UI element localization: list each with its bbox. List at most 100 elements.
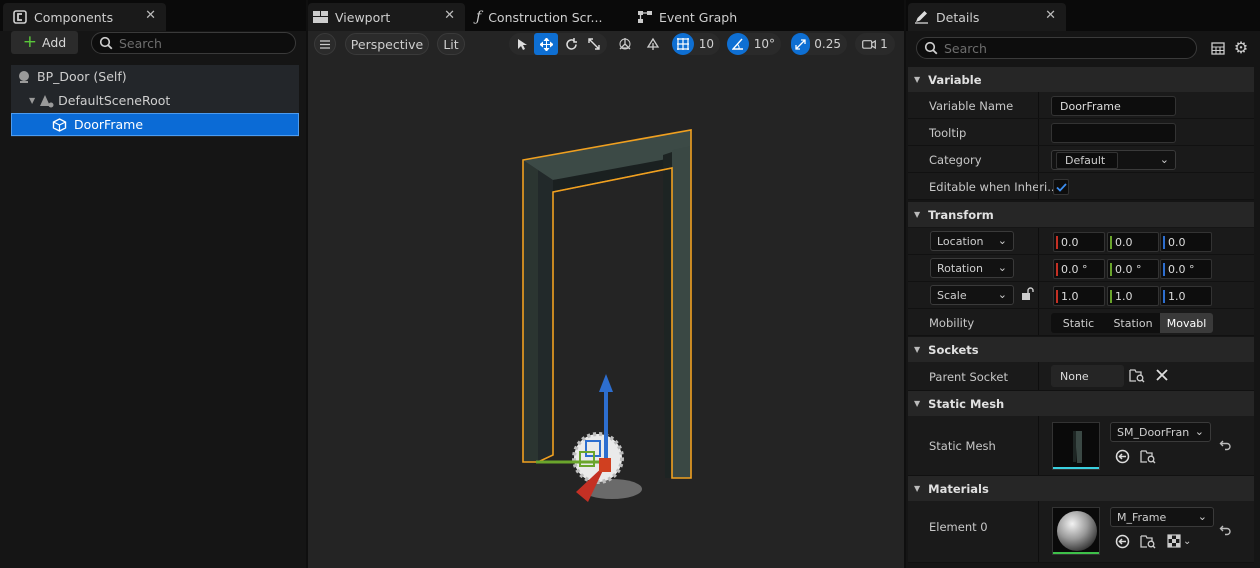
viewport-options-button[interactable] bbox=[314, 33, 336, 55]
close-icon[interactable]: ✕ bbox=[1045, 8, 1056, 23]
rotation-dropdown[interactable]: Rotation ⌄ bbox=[930, 258, 1014, 278]
static-mesh-thumbnail[interactable] bbox=[1052, 422, 1100, 470]
add-button[interactable]: + Add bbox=[11, 31, 78, 54]
tab-details[interactable]: Details ✕ bbox=[908, 3, 1066, 31]
camera-speed-button[interactable]: 1 bbox=[855, 33, 895, 55]
components-search[interactable] bbox=[91, 32, 296, 54]
column-divider bbox=[1038, 255, 1039, 281]
tab-components[interactable]: Components ✕ bbox=[3, 3, 166, 31]
row-mobility: Mobility Static Station Movabl bbox=[908, 309, 1254, 336]
tab-viewport[interactable]: Viewport ✕ bbox=[308, 3, 465, 31]
use-selected-material-button[interactable] bbox=[1115, 534, 1130, 552]
section-variable[interactable]: ▼ Variable bbox=[908, 67, 1254, 92]
settings-button[interactable]: ⚙ bbox=[1232, 38, 1250, 57]
expand-triangle-icon: ▼ bbox=[29, 96, 36, 105]
components-search-input[interactable] bbox=[119, 35, 259, 51]
variable-name-field[interactable]: DoorFrame bbox=[1051, 96, 1176, 116]
scale-tool-button[interactable] bbox=[583, 33, 605, 55]
components-tabbar: Components ✕ bbox=[0, 0, 306, 31]
row-scale: Scale ⌄ 1.0 1.0 1.0 bbox=[908, 282, 1254, 309]
rotation-z-field[interactable]: 0.0 ° bbox=[1160, 259, 1212, 279]
location-x-field[interactable]: 0.0 bbox=[1053, 232, 1105, 252]
grid-snap-button[interactable]: 10 bbox=[672, 33, 720, 55]
section-static-mesh-label: Static Mesh bbox=[928, 396, 1005, 411]
scale-snap-toggle[interactable] bbox=[791, 33, 811, 55]
reset-material-button[interactable] bbox=[1219, 524, 1232, 539]
scale-snap-value: 0.25 bbox=[814, 37, 841, 51]
element-0-label: Element 0 bbox=[929, 520, 988, 534]
scale-snap-button[interactable]: 0.25 bbox=[791, 33, 847, 55]
move-tool-button[interactable] bbox=[534, 33, 558, 55]
close-icon[interactable]: ✕ bbox=[145, 8, 156, 23]
section-materials[interactable]: ▼ Materials bbox=[908, 476, 1254, 501]
viewport-scene[interactable] bbox=[308, 60, 904, 568]
tree-item-root[interactable]: ▼ DefaultSceneRoot bbox=[11, 89, 299, 112]
tab-construction-script[interactable]: ƒ Construction Scr... bbox=[472, 3, 620, 31]
category-dropdown[interactable]: Default ⌄ bbox=[1051, 150, 1176, 170]
perspective-button[interactable]: Perspective bbox=[345, 33, 429, 55]
surface-snap-button[interactable] bbox=[641, 33, 665, 55]
material-options-button[interactable]: ⌄ bbox=[1167, 534, 1191, 548]
reset-mesh-button[interactable] bbox=[1219, 439, 1232, 454]
row-variable-name: Variable Name DoorFrame bbox=[908, 92, 1254, 119]
chevron-down-icon: ⌄ bbox=[1159, 153, 1169, 166]
viewport-icon bbox=[313, 11, 328, 23]
column-divider bbox=[1038, 228, 1039, 254]
location-dropdown[interactable]: Location ⌄ bbox=[930, 231, 1014, 251]
tab-components-label: Components bbox=[34, 9, 114, 25]
details-search-input[interactable] bbox=[944, 40, 1084, 56]
browse-socket-button[interactable] bbox=[1129, 368, 1145, 386]
rotation-snap-toggle[interactable] bbox=[727, 33, 749, 55]
pencil-icon bbox=[914, 10, 929, 24]
world-local-toggle[interactable] bbox=[613, 33, 637, 55]
scale-dropdown[interactable]: Scale ⌄ bbox=[930, 285, 1014, 305]
scale-y-field[interactable]: 1.0 bbox=[1107, 286, 1159, 306]
row-parent-socket: Parent Socket None bbox=[908, 362, 1254, 391]
rotate-tool-button[interactable] bbox=[559, 33, 583, 55]
static-mesh-dropdown[interactable]: SM_DoorFran ⌄ bbox=[1110, 422, 1211, 442]
scale-z-field[interactable]: 1.0 bbox=[1160, 286, 1212, 306]
table-view-button[interactable] bbox=[1209, 39, 1227, 57]
section-sockets[interactable]: ▼ Sockets bbox=[908, 337, 1254, 362]
asset-type-bar bbox=[1053, 467, 1099, 469]
grid-snap-toggle[interactable] bbox=[672, 33, 694, 55]
select-tool-button[interactable] bbox=[511, 33, 533, 55]
rotation-y-field[interactable]: 0.0 ° bbox=[1107, 259, 1159, 279]
components-icon bbox=[13, 10, 27, 24]
tree-item-doorframe[interactable]: DoorFrame bbox=[11, 113, 299, 136]
details-search[interactable] bbox=[916, 37, 1197, 59]
tab-event-graph[interactable]: Event Graph bbox=[630, 3, 770, 31]
scale-icon bbox=[588, 38, 600, 50]
scale-x-field[interactable]: 1.0 bbox=[1053, 286, 1105, 306]
mobility-static[interactable]: Static bbox=[1051, 313, 1106, 333]
close-icon[interactable]: ✕ bbox=[444, 8, 455, 23]
material-dropdown[interactable]: M_Frame ⌄ bbox=[1110, 507, 1214, 527]
browse-mesh-button[interactable] bbox=[1140, 449, 1156, 467]
components-panel: Components ✕ + Add BP_Door (Self) ▼ Defa… bbox=[0, 0, 306, 568]
scale-lock-button[interactable] bbox=[1021, 287, 1035, 304]
tooltip-label: Tooltip bbox=[929, 126, 967, 140]
location-z-field[interactable]: 0.0 bbox=[1160, 232, 1212, 252]
tree-item-self[interactable]: BP_Door (Self) bbox=[11, 65, 299, 88]
tooltip-field[interactable] bbox=[1051, 123, 1176, 143]
use-selected-asset-button[interactable] bbox=[1115, 449, 1130, 467]
column-divider bbox=[1038, 92, 1039, 118]
browse-material-button[interactable] bbox=[1140, 534, 1156, 552]
location-y-field[interactable]: 0.0 bbox=[1107, 232, 1159, 252]
mobility-stationary[interactable]: Station bbox=[1106, 313, 1160, 333]
material-thumbnail[interactable] bbox=[1052, 507, 1100, 555]
section-static-mesh[interactable]: ▼ Static Mesh bbox=[908, 391, 1254, 416]
mobility-movable[interactable]: Movabl bbox=[1160, 313, 1213, 333]
function-icon: ƒ bbox=[476, 9, 482, 25]
rotation-x-field[interactable]: 0.0 ° bbox=[1053, 259, 1105, 279]
lit-button[interactable]: Lit bbox=[437, 33, 465, 55]
clear-socket-button[interactable] bbox=[1155, 368, 1169, 385]
column-divider bbox=[1038, 173, 1039, 199]
rotation-snap-button[interactable]: 10° bbox=[727, 33, 781, 55]
event-graph-icon bbox=[638, 11, 652, 23]
editable-checkbox[interactable] bbox=[1053, 179, 1069, 195]
table-icon bbox=[1211, 41, 1225, 55]
chevron-down-icon: ⌄ bbox=[997, 234, 1007, 247]
section-transform[interactable]: ▼ Transform bbox=[908, 202, 1254, 227]
column-divider bbox=[1038, 416, 1039, 475]
